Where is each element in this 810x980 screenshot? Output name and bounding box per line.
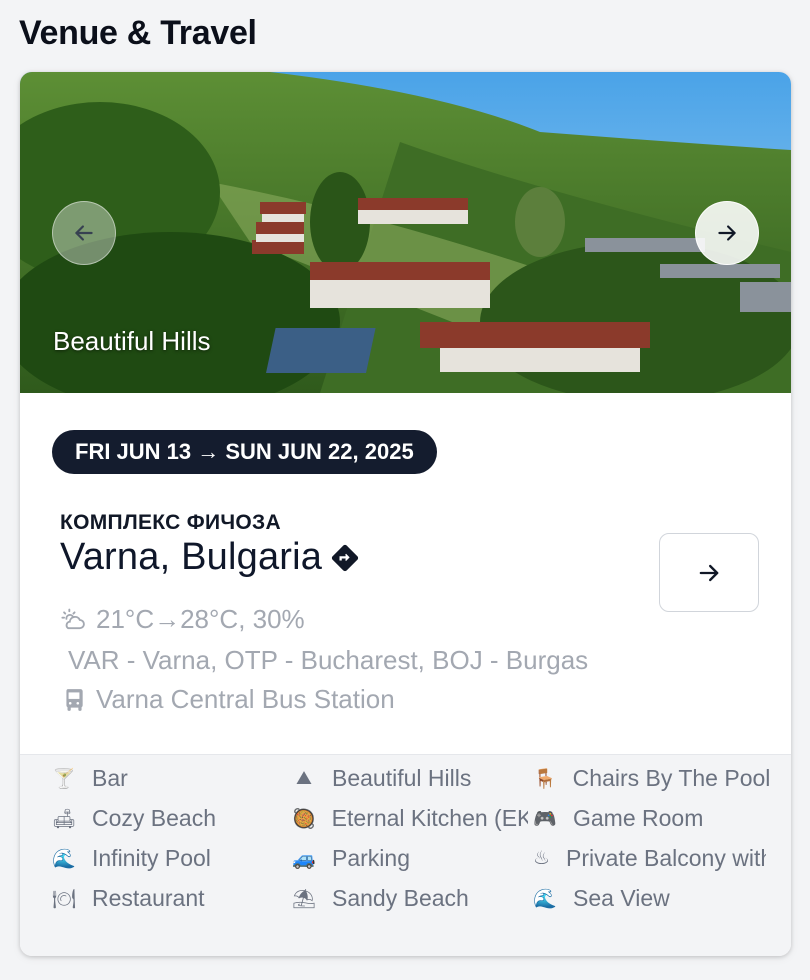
- bus-info: Varna Central Bus Station: [60, 684, 395, 715]
- amenity-label: Chairs By The Pool: [572, 765, 769, 791]
- chair-icon: 🪑: [533, 768, 557, 790]
- partly-cloudy-icon: [60, 606, 88, 634]
- amenity-label: Cozy Beach: [92, 805, 217, 831]
- gamepad-icon: 🎮: [533, 808, 557, 830]
- venue-travel-page: Venue & Travel Beautiful Hills FRI JUN 1…: [0, 0, 810, 980]
- amenity-item: ⛱ Sandy Beach: [292, 885, 528, 912]
- car-icon: 🚙: [292, 848, 316, 870]
- amenity-item: 🚙 Parking: [292, 845, 528, 872]
- open-venue-button[interactable]: [659, 533, 759, 612]
- location-label: Varna, Bulgaria: [60, 536, 323, 578]
- hero-caption: Beautiful Hills: [53, 326, 211, 356]
- amenity-item: 🍸 Bar: [52, 765, 288, 792]
- hot-springs-icon: ♨: [533, 848, 551, 869]
- carousel-prev-button[interactable]: [52, 201, 116, 265]
- amenity-label: Beautiful Hills: [332, 765, 472, 791]
- hero-carousel: Beautiful Hills: [20, 72, 791, 393]
- section-title: Venue & Travel: [19, 14, 257, 52]
- amenity-label: Restaurant: [92, 885, 205, 911]
- plate-icon: 🍽: [52, 888, 77, 910]
- venue-card: Beautiful Hills FRI JUN 13 → SUN JUN 22,…: [20, 72, 791, 956]
- mountain-icon: ⛰: [296, 767, 312, 789]
- amenity-label: Bar: [92, 765, 128, 791]
- amenity-item: 🌊 Infinity Pool: [52, 845, 288, 872]
- kitchen-icon: 🥘: [292, 808, 316, 830]
- amenity-label: Parking: [332, 845, 410, 871]
- amenity-label: Sea View: [573, 885, 670, 911]
- amenity-item: 🎮 Game Room: [533, 805, 769, 832]
- amenity-label: Sandy Beach: [332, 885, 469, 911]
- carousel-next-button[interactable]: [695, 201, 759, 265]
- arrow-right-icon: [718, 225, 736, 241]
- weather-text: 21°C→28°C, 30%: [96, 604, 305, 634]
- amenity-item: 🛋 Cozy Beach: [52, 805, 288, 832]
- wave-icon: 🌊: [52, 848, 76, 870]
- airports-text: VAR - Varna, OTP - Bucharest, BOJ - Burg…: [68, 645, 589, 675]
- amenity-item: 🪑 Chairs By The Pool: [533, 765, 769, 792]
- amenity-item: 🥘 Eternal Kitchen (EK): [292, 805, 528, 832]
- sofa-icon: 🛋: [52, 808, 77, 830]
- beach-icon: ⛱: [292, 888, 317, 910]
- date-range-badge: FRI JUN 13 → SUN JUN 22, 2025: [52, 430, 437, 474]
- amenity-item: ♨ Private Balcony with: [533, 845, 766, 872]
- amenities-grid: 🍸 Bar ⛰ Beautiful Hills 🪑 Chairs By The …: [20, 754, 791, 956]
- arrow-right-icon: [699, 564, 719, 581]
- cocktail-icon: 🍸: [52, 768, 76, 790]
- airports-info: VAR - Varna, OTP - Bucharest, BOJ - Burg…: [68, 645, 588, 676]
- amenity-label: Game Room: [573, 805, 704, 831]
- amenity-label: Eternal Kitchen (EK): [331, 805, 528, 831]
- weather-info: 21°C→28°C, 30%: [60, 604, 305, 635]
- bus-station-text: Varna Central Bus Station: [96, 684, 395, 714]
- amenity-label: Infinity Pool: [92, 845, 211, 871]
- directions-icon[interactable]: [330, 543, 360, 573]
- venue-name: КОМПЛЕКС ФИЧОЗА: [60, 511, 281, 534]
- amenity-label: Private Balcony with: [566, 845, 766, 871]
- bus-icon: [60, 687, 88, 713]
- amenity-item: 🌊 Sea View: [533, 885, 769, 912]
- arrow-left-icon: [75, 225, 93, 241]
- venue-location: Varna, Bulgaria: [60, 536, 360, 579]
- wave-icon: 🌊: [533, 888, 557, 910]
- amenity-item: ⛰ Beautiful Hills: [292, 765, 528, 792]
- amenity-item: 🍽 Restaurant: [52, 885, 288, 912]
